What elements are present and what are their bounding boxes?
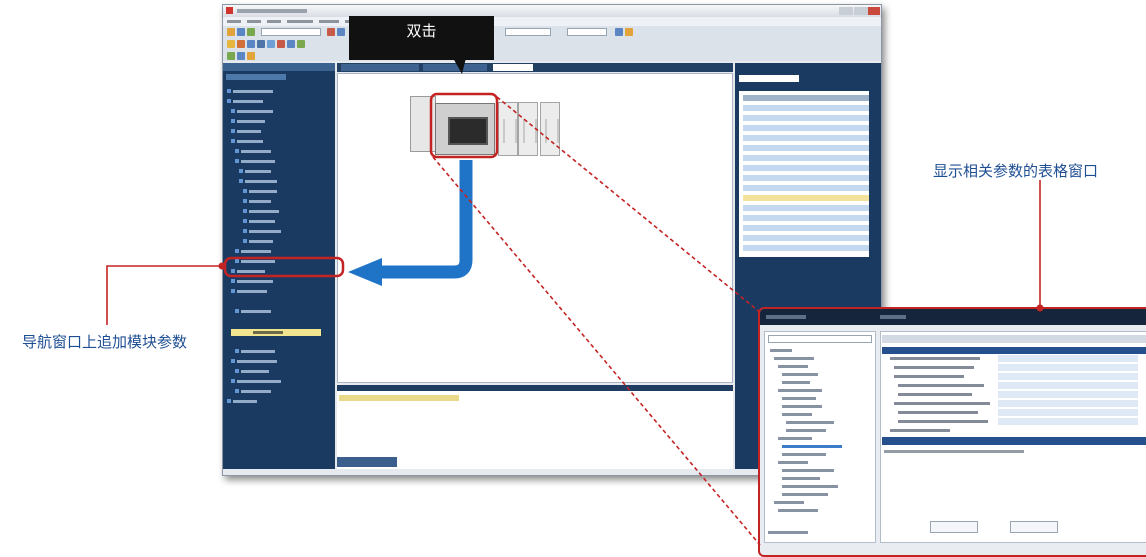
module-highlight-box [429, 92, 499, 159]
table-label-dot [1036, 304, 1044, 312]
zoom-line-top [496, 96, 763, 315]
blue-arrow-head [348, 258, 382, 286]
annotation-overlay [106, 92, 1044, 545]
nav-label-dot [218, 262, 226, 270]
table-window-label: 显示相关参数的表格窗口 [933, 162, 1099, 180]
nav-add-parameter-label: 导航窗口上追加模块参数 [22, 333, 188, 351]
navigation-highlight-box [223, 256, 345, 278]
blue-arrow-path [378, 160, 473, 279]
double-click-callout: 双击 [349, 16, 494, 74]
double-click-text: 双击 [406, 22, 437, 40]
zoom-line-bottom [432, 156, 761, 545]
nav-label-leader [106, 265, 222, 325]
